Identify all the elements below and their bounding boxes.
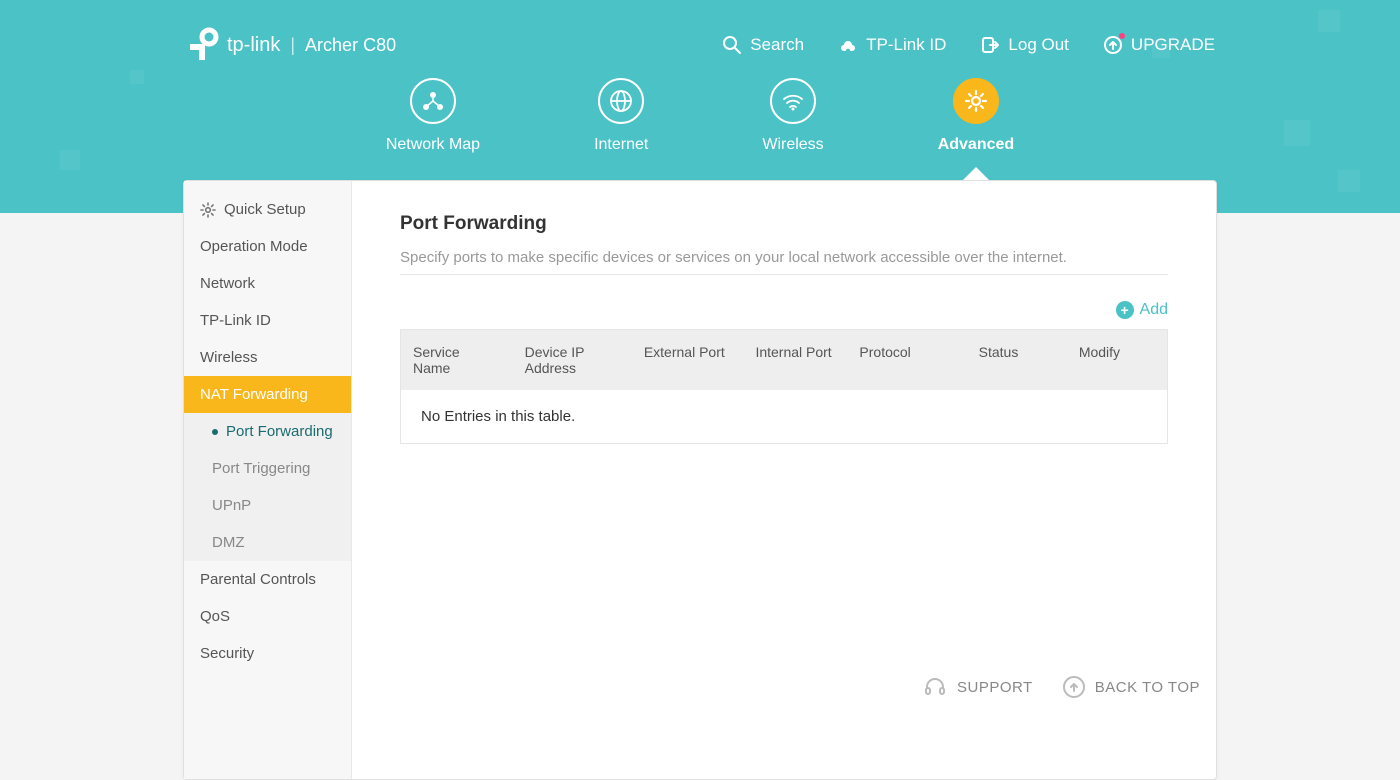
sidebar-item-wireless[interactable]: Wireless [184,339,351,376]
security-label: Security [200,645,254,662]
tplink-logo-icon [185,26,223,64]
logout-link[interactable]: Log Out [980,35,1069,55]
network-label: Network [200,275,255,292]
brand-text: tp-link [227,34,280,57]
search-icon [722,35,742,55]
sidebar-item-network[interactable]: Network [184,265,351,302]
back-to-top-link[interactable]: BACK TO TOP [1063,676,1200,698]
logout-icon [980,35,1000,55]
add-row: + Add [400,301,1168,319]
operation-mode-label: Operation Mode [200,238,308,255]
col-device-ip: Device IP Address [513,330,632,390]
tplink-id-label: TP-Link ID [866,35,946,55]
globe-icon [608,88,634,114]
tab-network-map[interactable]: Network Map [386,78,480,154]
model-name: Archer C80 [305,35,396,56]
topbar: tp-link | Archer C80 Search TP-Link ID L… [0,0,1400,70]
page-description: Specify ports to make specific devices o… [400,249,1168,266]
nat-forwarding-label: NAT Forwarding [200,386,308,403]
top-links: Search TP-Link ID Log Out UPGRADE [722,35,1215,55]
wifi-icon [780,88,806,114]
sidebar-item-nat-forwarding[interactable]: NAT Forwarding [184,376,351,413]
dmz-label: DMZ [212,534,245,551]
logout-label: Log Out [1008,35,1069,55]
gear-small-icon [200,202,216,218]
support-link[interactable]: SUPPORT [923,675,1033,699]
footer: SUPPORT BACK TO TOP [923,675,1200,699]
sidebar-sub-dmz[interactable]: DMZ [184,524,351,561]
upgrade-icon [1103,35,1123,55]
port-forwarding-table: Service Name Device IP Address External … [400,329,1168,444]
tab-advanced[interactable]: Advanced [938,78,1014,154]
tplink-id-sidebar-label: TP-Link ID [200,312,271,329]
qos-label: QoS [200,608,230,625]
col-external-port: External Port [632,330,744,390]
tplink-id-link[interactable]: TP-Link ID [838,35,946,55]
col-service-name: Service Name [401,330,513,390]
upgrade-icon-wrap [1103,35,1123,55]
wireless-sidebar-label: Wireless [200,349,258,366]
upgrade-label: UPGRADE [1131,35,1215,55]
tab-internet-label: Internet [594,136,648,154]
support-label: SUPPORT [957,679,1033,696]
table-header: Service Name Device IP Address External … [401,330,1167,390]
brand-separator: | [290,35,295,56]
logo-area: tp-link | Archer C80 [185,26,396,64]
headset-icon [923,675,947,699]
add-button[interactable]: + Add [1116,301,1168,319]
page-title: Port Forwarding [400,213,1168,235]
tab-internet[interactable]: Internet [594,78,648,154]
parental-controls-label: Parental Controls [200,571,316,588]
brand: tp-link [185,26,280,64]
col-internal-port: Internal Port [743,330,847,390]
plus-icon: + [1116,301,1134,319]
port-triggering-label: Port Triggering [212,460,310,477]
col-modify: Modify [1067,330,1167,390]
sidebar-item-tplink-id[interactable]: TP-Link ID [184,302,351,339]
divider [400,274,1168,275]
sidebar-sub-port-forwarding[interactable]: Port Forwarding [184,413,351,450]
sidebar-item-quick-setup[interactable]: Quick Setup [184,191,351,228]
quick-setup-label: Quick Setup [224,201,306,218]
nav-tabs: Network Map Internet Wireless Advanced [0,78,1400,154]
tab-advanced-label: Advanced [938,136,1014,154]
tab-wireless-label: Wireless [762,136,823,154]
sidebar-sub-port-triggering[interactable]: Port Triggering [184,450,351,487]
upnp-label: UPnP [212,497,251,514]
arrow-up-icon [1063,676,1085,698]
add-label: Add [1140,301,1168,319]
tab-wireless[interactable]: Wireless [762,78,823,154]
col-status: Status [967,330,1067,390]
search-label: Search [750,35,804,55]
sidebar: Quick Setup Operation Mode Network TP-Li… [184,181,352,779]
sidebar-item-parental-controls[interactable]: Parental Controls [184,561,351,598]
gear-icon [963,88,989,114]
sidebar-item-qos[interactable]: QoS [184,598,351,635]
upgrade-link[interactable]: UPGRADE [1103,35,1215,55]
col-protocol: Protocol [847,330,966,390]
cloud-user-icon [838,35,858,55]
table-empty-message: No Entries in this table. [401,390,1167,443]
back-to-top-label: BACK TO TOP [1095,679,1200,696]
network-map-icon [421,89,445,113]
search-link[interactable]: Search [722,35,804,55]
sidebar-item-security[interactable]: Security [184,635,351,672]
tab-network-map-label: Network Map [386,136,480,154]
sidebar-sub-upnp[interactable]: UPnP [184,487,351,524]
port-forwarding-label: Port Forwarding [226,423,333,440]
sidebar-subitems: Port Forwarding Port Triggering UPnP DMZ [184,413,351,561]
sidebar-item-operation-mode[interactable]: Operation Mode [184,228,351,265]
